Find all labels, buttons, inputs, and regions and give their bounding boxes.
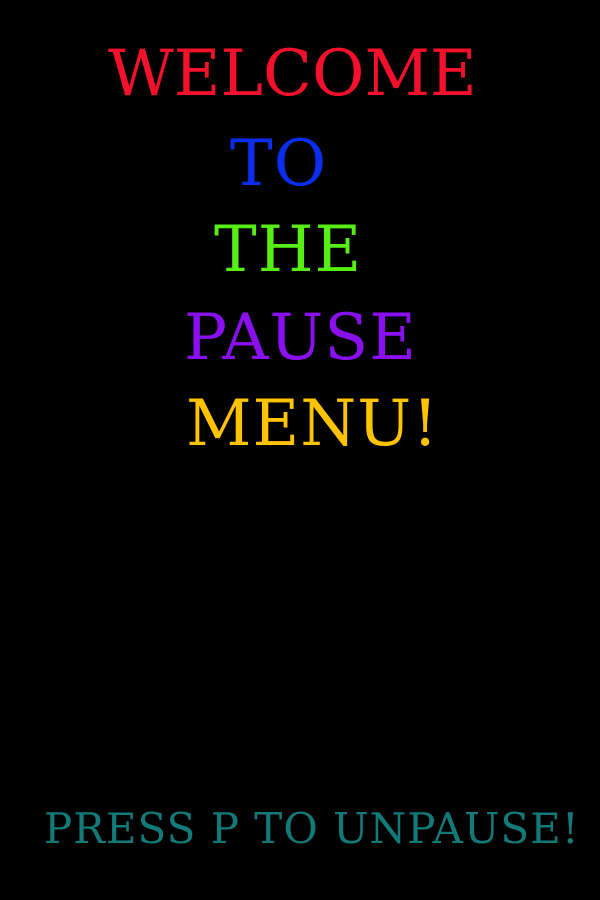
unpause-hint: PRESS P TO UNPAUSE!	[44, 804, 580, 853]
title-word-menu: MENU!	[186, 387, 439, 461]
title-word-pause: PAUSE	[184, 301, 417, 375]
pause-menu-screen: WELCOME TO THE PAUSE MENU! PRESS P TO UN…	[0, 0, 600, 900]
title-word-the: THE	[214, 213, 363, 287]
title-word-to: TO	[230, 127, 328, 201]
title-word-welcome: WELCOME	[108, 37, 477, 111]
